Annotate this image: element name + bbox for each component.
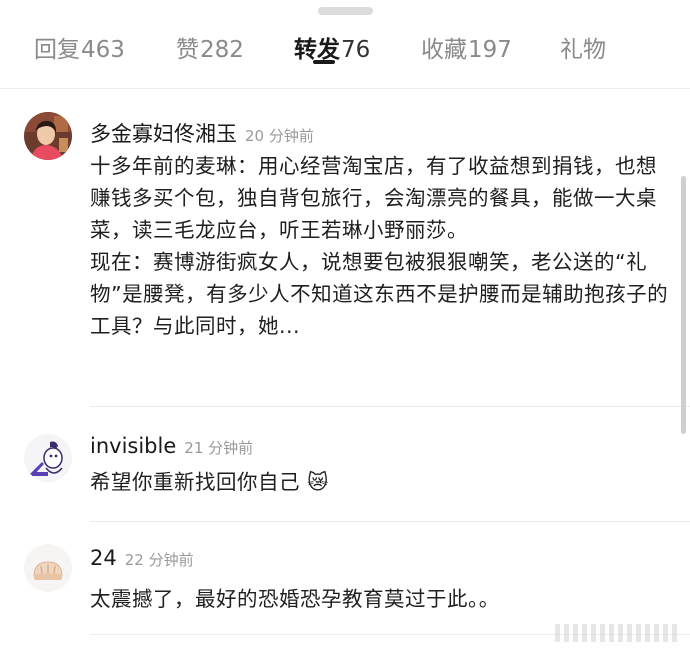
comment-time: 22 分钟前 [124,551,194,569]
tab-gifts[interactable]: 礼物 [560,30,607,64]
comment-divider [90,406,690,407]
comment-username[interactable]: invisible 21 分钟前 [90,434,253,458]
tab-favorites[interactable]: 收藏197 [421,30,512,64]
comment-username[interactable]: 多金寡妇佟湘玉 20 分钟前 [90,118,314,148]
comment-paragraph: 现在：赛博游街疯女人，说想要包被狠狠嘲笑，老公送的“礼物”是腰凳，有多少人不知道… [90,250,669,338]
username-text[interactable]: invisible [90,434,176,458]
tabs-divider [0,88,690,89]
username-text[interactable]: 多金寡妇佟湘玉 [90,122,237,146]
user-photo-avatar[interactable] [24,112,72,160]
tab-replies-count: 463 [81,37,125,63]
tab-likes-count: 282 [200,37,244,63]
tab-replies[interactable]: 回复463 [34,30,125,64]
comment-paragraph: 太震撼了，最好的恐婚恐孕教育莫过于此。。 [90,587,500,611]
scrollbar[interactable] [681,176,686,434]
comment-time: 21 分钟前 [184,439,254,457]
tab-favorites-count: 197 [468,37,512,63]
tab-bar: 回复463 赞282 转发76 收藏197 礼物 [0,30,690,74]
cartoon-laptop-avatar[interactable] [24,434,72,482]
tab-gifts-label: 礼物 [560,37,606,63]
tab-likes-label: 赞 [176,37,199,63]
tab-likes[interactable]: 赞282 [176,30,244,64]
comment-body[interactable]: 希望你重新找回你自己 😿 [90,466,670,498]
comment-body[interactable]: 十多年前的麦琳：用心经营淘宝店，有了收益想到捐钱，也想赚钱多买个包，独自背包旅行… [90,150,670,342]
crying-cat-emoji-icon: 😿 [307,470,329,494]
active-tab-indicator [313,60,335,64]
comment-body[interactable]: 太震撼了，最好的恐婚恐孕教育莫过于此。。 [90,583,670,615]
comment-username[interactable]: 24 22 分钟前 [90,546,194,570]
tab-reposts-count: 76 [341,37,371,63]
username-text[interactable]: 24 [90,546,117,570]
tab-favorites-label: 收藏 [421,37,467,63]
watermark-image [555,624,681,642]
comment-divider [90,521,690,522]
tab-replies-label: 回复 [34,37,80,63]
comment-paragraph: 十多年前的麦琳：用心经营淘宝店，有了收益想到捐钱，也想赚钱多买个包，独自背包旅行… [90,154,657,242]
comment-time: 20 分钟前 [245,127,314,145]
drag-handle[interactable] [318,7,373,15]
bread-avatar[interactable] [24,544,72,592]
tab-reposts[interactable]: 转发76 [294,30,370,64]
comment-paragraph: 希望你重新找回你自己 [90,470,300,494]
